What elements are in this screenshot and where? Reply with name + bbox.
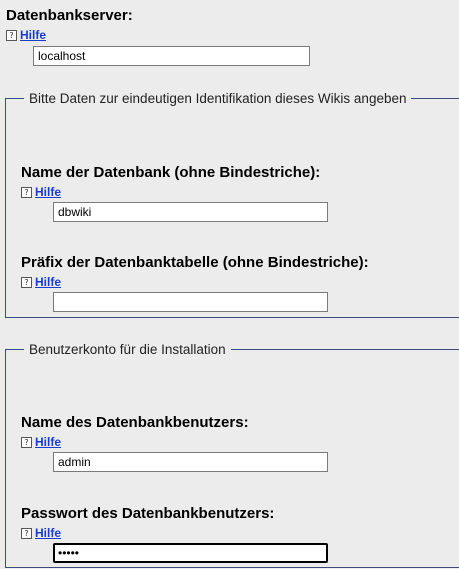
db-name-help: ? Hilfe (21, 185, 328, 199)
help-icon: ? (21, 186, 32, 198)
identification-fieldset: Bitte Daten zur eindeutigen Identifikati… (5, 91, 459, 318)
db-name-block: Name der Datenbank (ohne Bindestriche): … (21, 164, 328, 222)
db-password-help: ? Hilfe (21, 526, 328, 540)
db-prefix-help-link[interactable]: Hilfe (35, 275, 61, 289)
db-password-block: Passwort des Datenbankbenutzers: ? Hilfe (21, 505, 328, 563)
db-prefix-help: ? Hilfe (21, 275, 369, 289)
db-server-help: ? Hilfe (6, 28, 310, 42)
db-user-block: Name des Datenbankbenutzers: ? Hilfe (21, 414, 328, 472)
db-name-help-link[interactable]: Hilfe (35, 185, 61, 199)
help-icon: ? (21, 527, 32, 539)
db-password-label: Passwort des Datenbankbenutzers: (21, 505, 275, 522)
db-server-block: Datenbankserver: ? Hilfe (6, 7, 310, 66)
help-icon: ? (6, 29, 17, 41)
db-user-help: ? Hilfe (21, 435, 328, 449)
db-server-input[interactable] (33, 46, 310, 66)
db-server-label: Datenbankserver: (6, 7, 133, 24)
account-legend: Benutzerkonto für die Installation (29, 342, 226, 357)
db-user-label: Name des Datenbankbenutzers: (21, 414, 249, 431)
account-fieldset: Benutzerkonto für die Installation Name … (5, 342, 459, 568)
help-icon: ? (21, 276, 32, 288)
db-name-label: Name der Datenbank (ohne Bindestriche): (21, 164, 321, 181)
db-password-input[interactable] (53, 543, 328, 563)
db-prefix-input[interactable] (53, 292, 328, 312)
db-name-input[interactable] (53, 202, 328, 222)
db-server-help-link[interactable]: Hilfe (20, 28, 46, 42)
db-user-help-link[interactable]: Hilfe (35, 435, 61, 449)
identification-legend: Bitte Daten zur eindeutigen Identifikati… (29, 91, 407, 106)
db-password-help-link[interactable]: Hilfe (35, 526, 61, 540)
db-prefix-block: Präfix der Datenbanktabelle (ohne Bindes… (21, 254, 369, 312)
db-prefix-label: Präfix der Datenbanktabelle (ohne Bindes… (21, 254, 369, 271)
help-icon: ? (21, 436, 32, 448)
db-user-input[interactable] (53, 452, 328, 472)
